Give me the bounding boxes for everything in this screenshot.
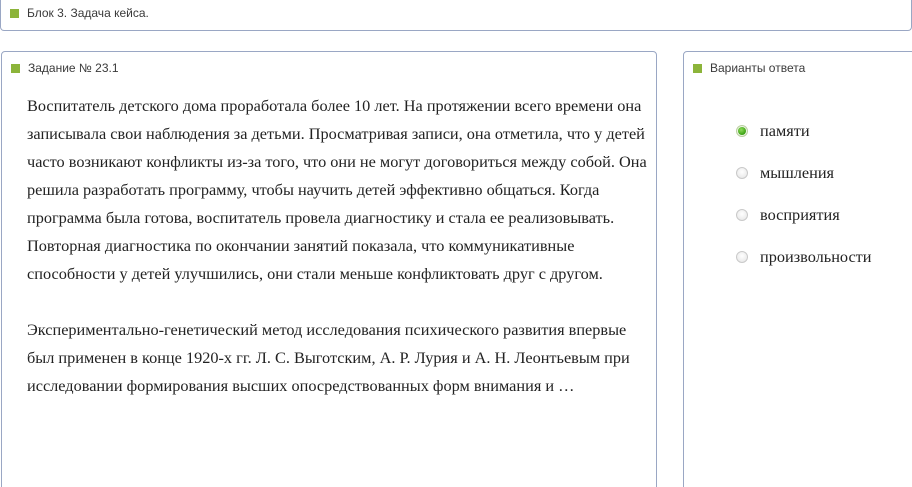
answers-panel: Варианты ответа памяти мышления восприят… bbox=[683, 51, 912, 487]
task-text: Воспитатель детского дома проработала бо… bbox=[27, 92, 647, 400]
answer-option-label[interactable]: произвольности bbox=[760, 247, 872, 267]
radio-button-icon[interactable] bbox=[736, 209, 748, 221]
block-header-panel: Блок 3. Задача кейса. bbox=[0, 0, 912, 31]
answers-header: Варианты ответа bbox=[693, 61, 805, 75]
answer-option-myshleniya[interactable]: мышления bbox=[736, 152, 872, 194]
task-paragraph-question: Экспериментально-генетический метод иссл… bbox=[27, 320, 630, 395]
answer-option-label[interactable]: восприятия bbox=[760, 205, 840, 225]
block-title: Блок 3. Задача кейса. bbox=[27, 6, 149, 20]
radio-button-icon[interactable] bbox=[736, 251, 748, 263]
answer-option-pamyati[interactable]: памяти bbox=[736, 110, 872, 152]
block-header: Блок 3. Задача кейса. bbox=[10, 6, 149, 20]
radio-button-icon[interactable] bbox=[736, 167, 748, 179]
task-title: Задание № 23.1 bbox=[28, 61, 119, 75]
answer-option-label[interactable]: памяти bbox=[760, 121, 810, 141]
answer-option-label[interactable]: мышления bbox=[760, 163, 834, 183]
square-marker-icon bbox=[693, 63, 702, 73]
task-paragraph-case: Воспитатель детского дома проработала бо… bbox=[27, 96, 647, 283]
answer-option-proizvolnosti[interactable]: произвольности bbox=[736, 236, 872, 278]
task-header: Задание № 23.1 bbox=[11, 61, 119, 75]
answer-option-vospriyatiya[interactable]: восприятия bbox=[736, 194, 872, 236]
square-marker-icon bbox=[10, 8, 19, 18]
task-panel: Задание № 23.1 Воспитатель детского дома… bbox=[1, 51, 657, 487]
answers-title: Варианты ответа bbox=[710, 61, 806, 75]
radio-button-icon[interactable] bbox=[736, 125, 748, 137]
answer-options: памяти мышления восприятия произвольност… bbox=[736, 110, 872, 278]
square-marker-icon bbox=[11, 63, 20, 73]
